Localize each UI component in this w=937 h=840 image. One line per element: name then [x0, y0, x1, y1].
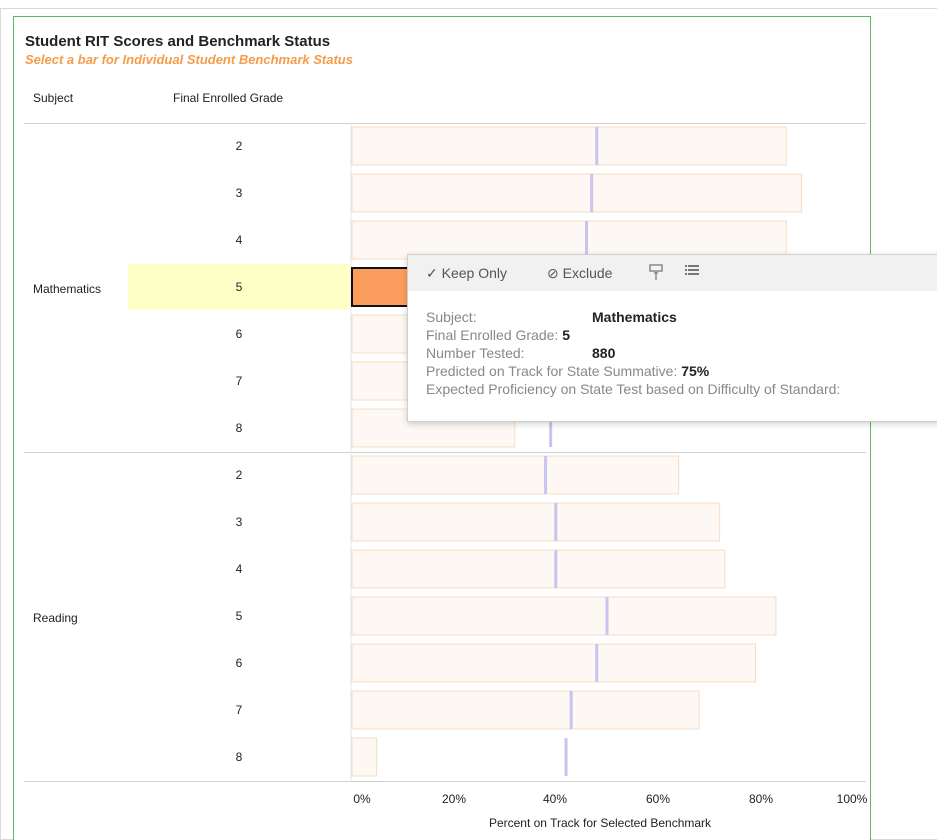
- keep-only-label: Keep Only: [441, 265, 507, 281]
- bar[interactable]: [351, 549, 726, 589]
- bar[interactable]: [351, 690, 700, 730]
- tooltip-predicted-value: 75%: [681, 363, 710, 379]
- tooltip-grade-value: 5: [562, 327, 570, 343]
- tooltip-subject-label: Subject:: [426, 309, 477, 325]
- x-axis-title: Percent on Track for Selected Benchmark: [488, 816, 712, 830]
- table-grid-icon[interactable]: [685, 264, 699, 281]
- tooltip-toolbar: ✓ Keep Only ⊘ Exclude: [408, 255, 937, 291]
- x-tick-label: 0%: [353, 792, 371, 806]
- tooltip-tested-label: Number Tested:: [426, 345, 525, 361]
- bar[interactable]: [351, 737, 378, 777]
- x-tick-label: 20%: [441, 792, 467, 806]
- check-icon: ✓: [426, 265, 438, 281]
- bar[interactable]: [351, 502, 721, 542]
- bar[interactable]: [351, 596, 777, 636]
- bar[interactable]: [351, 455, 680, 495]
- paperclip-group-icon[interactable]: [648, 263, 664, 284]
- bar[interactable]: [351, 643, 756, 683]
- circle-slash-icon: ⊘: [547, 265, 559, 281]
- tooltip-expected-label: Expected Proficiency on State Test based…: [426, 381, 841, 397]
- x-tick-label: 40%: [542, 792, 568, 806]
- x-tick-label: 80%: [748, 792, 774, 806]
- tooltip-grade-label: Final Enrolled Grade:: [426, 327, 559, 343]
- x-tick-label: 100%: [836, 792, 868, 806]
- tooltip-tested-value: 880: [592, 345, 616, 361]
- x-tick-label: 60%: [645, 792, 671, 806]
- keep-only-button[interactable]: ✓ Keep Only: [426, 265, 507, 282]
- tooltip-subject-value: Mathematics: [592, 309, 677, 325]
- exclude-label: Exclude: [562, 265, 613, 281]
- bar[interactable]: [351, 126, 787, 166]
- tooltip-predicted-label: Predicted on Track for State Summative:: [426, 363, 678, 379]
- tooltip-predicted-row: Predicted on Track for State Summative: …: [426, 363, 709, 379]
- bar[interactable]: [351, 173, 803, 213]
- tooltip-popup: ✓ Keep Only ⊘ Exclude Subject: Mathemati…: [407, 254, 937, 422]
- exclude-button[interactable]: ⊘ Exclude: [547, 265, 612, 282]
- tooltip-grade-row: Final Enrolled Grade: 5: [426, 327, 570, 343]
